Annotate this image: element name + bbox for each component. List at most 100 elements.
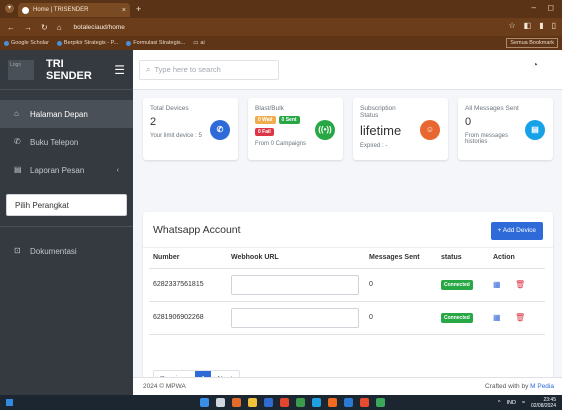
maximize-icon[interactable]: ◻ xyxy=(547,3,554,12)
badge-wait: 0 Wait xyxy=(255,116,276,124)
new-tab-icon[interactable]: + xyxy=(136,4,141,14)
sent-cell: 0 xyxy=(365,268,437,302)
back-icon[interactable]: ← xyxy=(7,23,15,32)
taskbar: ^ IND ≈ 23:45 02/08/2024 xyxy=(0,395,562,410)
tray-arrow-icon[interactable]: ^ xyxy=(498,400,501,406)
app-icon[interactable] xyxy=(360,398,369,407)
chevron-left-icon: ‹ xyxy=(116,166,119,174)
bookmark-icon xyxy=(56,40,62,46)
webhook-input[interactable] xyxy=(231,274,359,295)
windows-start-icon[interactable] xyxy=(200,398,209,407)
clock[interactable]: 23:45 02/08/2024 xyxy=(531,397,556,409)
reload-icon[interactable]: ↻ xyxy=(41,23,48,32)
sidebar-item-halaman-depan[interactable]: ⌂ Halaman Depan xyxy=(0,100,133,128)
card-title: All Messages Sent xyxy=(465,105,519,112)
sent-cell: 0 xyxy=(365,301,437,335)
browser-titlebar: ▾ Home | TRISENDER × + – ◻ xyxy=(0,0,562,18)
card-total-devices: Total Devices 2 Your limit device : 5 ✆ xyxy=(143,98,238,160)
qrcode-icon[interactable]: ▦ xyxy=(493,281,501,289)
home-nav-icon[interactable]: ⌂ xyxy=(57,23,62,32)
minimize-icon[interactable]: – xyxy=(532,3,536,12)
user-avatar-icon[interactable]: ◔ xyxy=(532,60,548,76)
webhook-input[interactable] xyxy=(231,307,359,328)
column-header: Messages Sent xyxy=(365,248,437,269)
sidebar: Logo TRI SENDER ☰ ⌂ Halaman Depan ✆ Buku… xyxy=(0,50,133,395)
app-icon[interactable] xyxy=(280,398,289,407)
sidebar-item-laporan-pesan[interactable]: ▤ Laporan Pesan ‹ xyxy=(0,156,133,184)
all-bookmarks-button[interactable]: Semua Bookmark xyxy=(506,38,558,48)
footer-credit: Crafted with by M Pedia xyxy=(484,383,554,390)
badge-fail: 0 Fail xyxy=(255,128,274,136)
brand-title: TRI SENDER xyxy=(46,57,92,82)
bookmark-folder[interactable]: ▭ ai xyxy=(193,40,204,46)
message-icon: ▤ xyxy=(525,120,545,140)
broadcast-icon: ((•)) xyxy=(315,120,335,140)
browser-window: ▾ Home | TRISENDER × + – ◻ ← → ↻ ⌂ botal… xyxy=(0,0,562,410)
chrome-icon[interactable] xyxy=(296,398,305,407)
bookmark-star-icon[interactable]: ☆ xyxy=(508,21,515,30)
footer: 2024 © MPWA Crafted with by M Pedia xyxy=(133,377,562,395)
sidebar-item-dokumentasi[interactable]: ⊡ Dokumentasi xyxy=(0,237,133,265)
app-icon[interactable] xyxy=(232,398,241,407)
extension-icon[interactable]: ◧ xyxy=(524,21,532,30)
status-badge: Connected xyxy=(441,280,473,290)
device-select[interactable]: Pilih Perangkat xyxy=(6,194,127,216)
search-taskbar-icon[interactable] xyxy=(216,398,225,407)
profile-icon[interactable]: ▮ xyxy=(539,21,543,30)
main-content: ⌕ Type here to search ◔ Total Devices 2 … xyxy=(133,50,562,395)
qrcode-icon[interactable]: ▦ xyxy=(493,314,501,322)
trash-icon[interactable]: 🗑 xyxy=(515,313,525,322)
sidepanel-icon[interactable]: ▯ xyxy=(552,21,556,30)
brand: Logo TRI SENDER ☰ xyxy=(0,50,133,90)
accounts-table: Number Webhook URL Messages Sent status … xyxy=(149,248,545,335)
badge-sent: 0 Sent xyxy=(278,116,300,124)
trash-icon[interactable]: 🗑 xyxy=(515,280,525,289)
card-subscription: Subscription Status lifetime Expired : -… xyxy=(353,98,448,160)
bookmark-icon xyxy=(126,40,132,46)
section-title: Whatsapp Account xyxy=(153,223,241,236)
app-icon[interactable] xyxy=(264,398,273,407)
card-note: From 0 Campaigns xyxy=(255,141,307,147)
app-icon[interactable] xyxy=(344,398,353,407)
document-icon: ⊡ xyxy=(14,246,21,255)
wifi-icon[interactable]: ≈ xyxy=(522,400,525,406)
search-input[interactable]: ⌕ Type here to search xyxy=(139,59,279,80)
edge-icon[interactable] xyxy=(312,398,321,407)
bookmark-item[interactable]: Berpikir Strategis - P... xyxy=(56,40,118,46)
bookmark-icon xyxy=(4,40,9,46)
whatsapp-account-card: Whatsapp Account + Add Device Number Web… xyxy=(143,212,553,390)
sidebar-divider xyxy=(0,226,133,227)
widgets-icon[interactable] xyxy=(6,399,13,406)
number-cell: 6282337561815 xyxy=(149,268,227,302)
bookmark-item[interactable]: Formulasi Strategis... xyxy=(126,40,185,46)
forward-icon[interactable]: → xyxy=(24,23,32,32)
card-title: Blast/Bulk xyxy=(255,105,284,112)
column-header: Number xyxy=(149,248,227,269)
tab-close-icon[interactable]: × xyxy=(122,7,126,14)
column-header: Action xyxy=(489,248,545,269)
bookmarks-bar: Google Scholar Berpikir Strategis - P...… xyxy=(0,36,562,50)
bookmark-item[interactable]: Google Scholar xyxy=(4,40,49,46)
tab-favicon-icon xyxy=(22,6,29,14)
whatsapp-taskbar-icon[interactable] xyxy=(376,398,385,407)
folder-icon: ▭ xyxy=(193,40,199,46)
card-blast: Blast/Bulk 0 Wait 0 Sent 0 Fail From 0 C… xyxy=(248,98,343,160)
add-device-button[interactable]: + Add Device xyxy=(490,222,543,240)
browser-tab[interactable]: Home | TRISENDER × xyxy=(18,3,130,17)
subscription-icon: ☺ xyxy=(420,120,440,140)
system-tray: ^ IND ≈ 23:45 02/08/2024 xyxy=(498,397,556,409)
column-header: status xyxy=(437,248,489,269)
logo[interactable]: Logo xyxy=(8,59,34,80)
app-icon[interactable] xyxy=(328,398,337,407)
url-field[interactable]: botaleciaud/home xyxy=(74,24,125,31)
footer-link[interactable]: M Pedia xyxy=(530,383,554,390)
hamburger-menu-icon[interactable]: ☰ xyxy=(114,63,125,77)
number-cell: 6281906902268 xyxy=(149,301,227,335)
browser-menu-icon[interactable]: ▾ xyxy=(5,4,14,13)
file-explorer-icon[interactable] xyxy=(248,398,257,407)
language-indicator[interactable]: IND xyxy=(506,400,515,406)
column-header: Webhook URL xyxy=(227,248,365,269)
card-title-line1: Subscription xyxy=(360,105,396,112)
sidebar-item-buku-telepon[interactable]: ✆ Buku Telepon xyxy=(0,128,133,156)
tab-title: Home | TRISENDER xyxy=(33,7,89,13)
